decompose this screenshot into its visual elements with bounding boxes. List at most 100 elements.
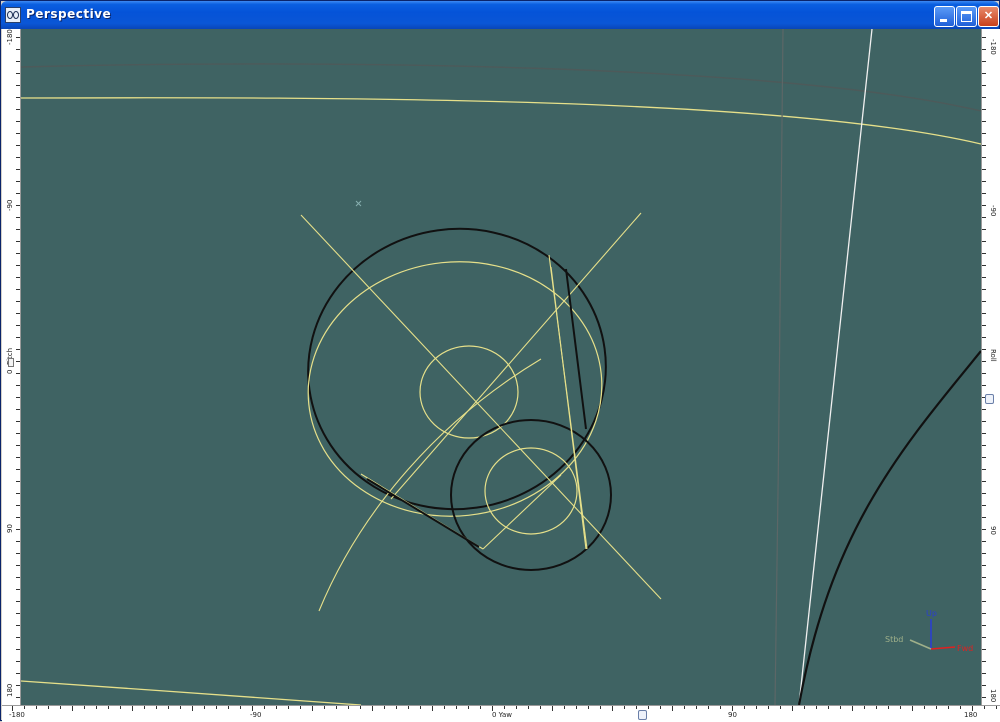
yaw-tick-label: 90 [728,711,737,719]
pitch-tick [16,349,20,350]
title-bar[interactable]: Perspective ✕ [1,1,999,29]
yaw-tick [576,706,577,709]
cross-marker [355,200,362,207]
roll-tick [982,217,986,218]
pitch-tick [16,421,20,422]
roll-tick [982,625,986,626]
minimize-button[interactable] [934,6,955,27]
roll-tick [982,145,986,146]
pitch-tick [16,445,20,446]
yellow-diagonal-line [550,266,587,550]
roll-tick-label: -180 [989,39,997,55]
roll-tick [982,541,986,542]
yaw-tick [804,706,805,709]
yaw-tick [12,706,13,711]
roll-tick [982,493,986,494]
roll-tick [982,577,986,578]
roll-tick [982,157,986,158]
yaw-tick [852,706,853,711]
pitch-tick-label: -180 [6,29,14,45]
roll-tick [982,673,986,674]
pitch-tick-label: 0 [6,369,14,374]
roll-tick [982,373,986,374]
axis-gizmo: Up Stbd Fwd [885,609,973,653]
fwd-axis-label: Fwd [957,644,973,653]
pitch-tick [16,145,20,146]
pitch-tick [16,433,20,434]
yaw-ruler[interactable]: -180 -90 0 Yaw 90 180 [2,705,1000,722]
yaw-tick [600,706,601,709]
pitch-tick [16,97,20,98]
yaw-tick [552,706,553,711]
yaw-tick [336,706,337,709]
roll-tick [982,301,986,302]
pitch-tick [16,529,20,530]
pitch-tick [16,661,20,662]
yaw-tick [564,706,565,709]
roll-tick [982,517,986,518]
black-hull-curve [797,350,981,705]
roll-tick-label: 90 [989,526,997,535]
pitch-tick [16,253,20,254]
pitch-tick [16,385,20,386]
pitch-tick [16,577,20,578]
roll-ruler-name: Roll [989,349,997,362]
pitch-tick [16,277,20,278]
pitch-tick [16,109,20,110]
yaw-tick [492,706,493,711]
perspective-viewport[interactable]: Up Stbd Fwd [21,29,981,705]
yaw-tick [840,706,841,709]
pitch-slider-handle[interactable] [8,358,14,367]
yaw-tick [288,706,289,709]
yaw-tick [528,706,529,709]
yaw-tick [792,706,793,711]
yaw-tick [192,706,193,711]
roll-slider-handle[interactable] [985,394,994,404]
pitch-tick [16,613,20,614]
pitch-tick [16,409,20,410]
roll-tick [982,481,986,482]
roll-tick [982,349,986,350]
roll-tick [982,73,986,74]
yaw-tick [72,706,73,711]
yaw-tick [408,706,409,709]
roll-tick [982,613,986,614]
roll-tick [982,181,986,182]
pitch-tick [16,565,20,566]
roll-tick [982,445,986,446]
pitch-tick [16,589,20,590]
minimize-icon [940,19,947,22]
yaw-tick [252,706,253,711]
yaw-tick [960,706,961,709]
yaw-tick [972,706,973,711]
yaw-tick [108,706,109,709]
pitch-ruler[interactable]: -180 -90 0 Pitch 90 180 [2,29,21,705]
pitch-tick [16,205,20,206]
roll-tick [982,289,986,290]
pitch-tick [16,313,20,314]
yaw-tick [876,706,877,709]
yaw-tick [996,706,997,709]
yaw-tick [912,706,913,711]
yaw-slider-handle[interactable] [638,710,647,720]
yaw-tick [360,706,361,709]
maximize-button[interactable] [956,6,977,27]
pitch-tick [16,61,20,62]
pitch-tick [16,73,20,74]
yaw-tick [396,706,397,709]
pitch-tick [16,217,20,218]
yellow-hull-curve [21,97,981,145]
yaw-tick [36,706,37,709]
yaw-tick [864,706,865,709]
yaw-tick [204,706,205,709]
pitch-tick [16,469,20,470]
yaw-tick [768,706,769,709]
pitch-tick [16,193,20,194]
close-button[interactable]: ✕ [978,6,999,27]
roll-tick [982,229,986,230]
roll-tick [982,601,986,602]
stbd-axis-label: Stbd [885,635,903,644]
roll-ruler[interactable]: -180 -90 Roll 90 180 [981,29,1000,705]
yaw-tick [948,706,949,709]
roll-tick [982,697,986,698]
